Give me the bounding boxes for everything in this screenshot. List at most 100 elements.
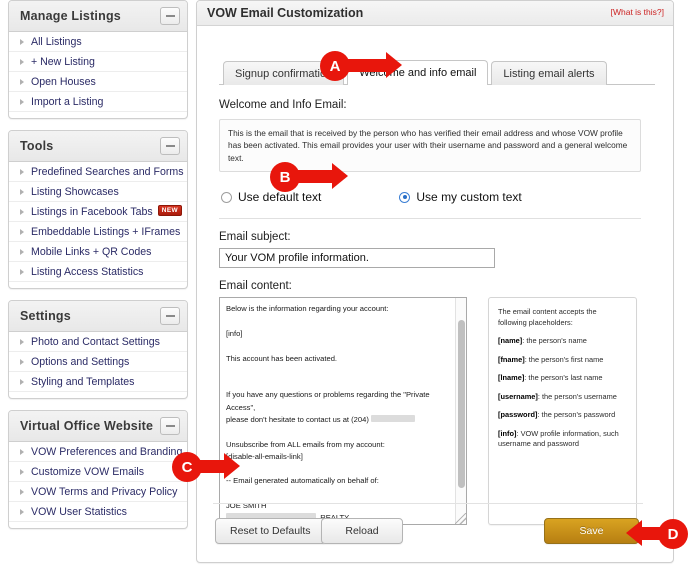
panel-footer-spacer — [9, 522, 187, 528]
placeholder-name: [name]: the person's name — [498, 336, 627, 347]
sidebar-item-label: Embeddable Listings + IFrames — [31, 225, 181, 238]
chevron-right-icon — [20, 338, 24, 345]
sidebar-item-photo-and-contact-settings[interactable]: Photo and Contact Settings — [9, 332, 187, 352]
sidebar-item-label: Listing Showcases — [31, 185, 119, 198]
placeholder-username: [username]: the person's username — [498, 392, 627, 403]
scrollbar-thumb[interactable] — [458, 320, 465, 489]
tab-signup-confirmation[interactable]: Signup confirmation — [223, 61, 345, 85]
placeholder-desc: : the person's first name — [524, 354, 604, 364]
footer-divider — [213, 503, 643, 504]
sidebar-panel-settings: Settings Photo and Contact Settings Opti… — [8, 300, 188, 399]
placeholder-token: [name] — [498, 336, 523, 346]
email-subject-input[interactable] — [219, 248, 495, 269]
sidebar-item-options-and-settings[interactable]: Options and Settings — [9, 352, 187, 372]
sidebar-item-label: VOW User Statistics — [31, 505, 127, 518]
chevron-right-icon — [20, 468, 24, 475]
chevron-right-icon — [20, 98, 24, 105]
tab-bar: Signup confirmation Welcome and info ema… — [219, 60, 655, 85]
app-root: Manage Listings All Listings + New Listi… — [0, 0, 688, 572]
sidebar-item-label: Styling and Templates — [31, 375, 135, 388]
chevron-right-icon — [20, 78, 24, 85]
panel-footer-spacer — [9, 112, 187, 118]
radio-circle-icon — [399, 191, 411, 203]
sidebar-panel-manage-listings: Manage Listings All Listings + New Listi… — [8, 0, 188, 119]
collapse-icon[interactable] — [160, 307, 180, 325]
sidebar-item-listings-in-facebook-tabs[interactable]: Listings in Facebook Tabs NEW — [9, 202, 187, 222]
tab-welcome-and-info-email[interactable]: Welcome and info email — [347, 60, 489, 85]
chevron-right-icon — [20, 228, 24, 235]
sidebar-item-vow-user-statistics[interactable]: VOW User Statistics — [9, 502, 187, 522]
sidebar-item-label: Listing Access Statistics — [31, 265, 144, 278]
placeholder-fname: [fname]: the person's first name — [498, 355, 627, 366]
panel-body: VOW Preferences and Branding Customize V… — [9, 442, 187, 528]
tab-listing-email-alerts[interactable]: Listing email alerts — [491, 61, 607, 85]
divider — [219, 218, 641, 220]
sidebar-item-listing-showcases[interactable]: Listing Showcases — [9, 182, 187, 202]
collapse-icon[interactable] — [160, 7, 180, 25]
reload-button[interactable]: Reload — [321, 518, 403, 544]
sidebar-item-label: Open Houses — [31, 75, 96, 88]
radio-use-default-text[interactable]: Use default text — [221, 190, 321, 204]
panel-header: Virtual Office Website — [9, 411, 187, 442]
what-is-this-link[interactable]: [What is this?] — [611, 7, 664, 17]
sidebar-item-mobile-links-qr-codes[interactable]: Mobile Links + QR Codes — [9, 242, 187, 262]
page-title: VOW Email Customization — [207, 6, 364, 20]
sidebar-item-new-listing[interactable]: + New Listing — [9, 52, 187, 72]
vow-email-customization-card: VOW Email Customization [What is this?] … — [196, 0, 674, 563]
collapse-icon[interactable] — [160, 137, 180, 155]
placeholder-desc: : the person's name — [522, 336, 587, 346]
textarea-scrollbar[interactable] — [455, 298, 466, 525]
chevron-right-icon — [20, 358, 24, 365]
sidebar-item-predefined-searches-and-forms[interactable]: Predefined Searches and Forms — [9, 162, 187, 182]
sidebar-item-styling-and-templates[interactable]: Styling and Templates — [9, 372, 187, 392]
sidebar-item-all-listings[interactable]: All Listings — [9, 32, 187, 52]
collapse-icon[interactable] — [160, 417, 180, 435]
radio-label: Use my custom text — [416, 190, 522, 205]
radio-circle-icon — [221, 191, 232, 203]
sidebar-item-label: Predefined Searches and Forms — [31, 165, 184, 178]
reset-to-defaults-button[interactable]: Reset to Defaults — [215, 518, 326, 544]
placeholder-token: [info] — [498, 428, 517, 438]
chevron-right-icon — [20, 268, 24, 275]
sidebar-item-vow-preferences-and-branding[interactable]: VOW Preferences and Branding — [9, 442, 187, 462]
chevron-right-icon — [20, 188, 24, 195]
panel-title: Settings — [20, 309, 71, 323]
sidebar-item-customize-vow-emails[interactable]: Customize VOW Emails — [9, 462, 187, 482]
info-description-box: This is the email that is received by th… — [219, 119, 641, 173]
sidebar-item-embeddable-listings-iframes[interactable]: Embeddable Listings + IFrames — [9, 222, 187, 242]
email-content-textarea[interactable]: Below is the information regarding your … — [219, 297, 467, 526]
card-body: Signup confirmation Welcome and info ema… — [197, 26, 673, 562]
text-source-radio-group: Use default text Use my custom text — [221, 190, 655, 204]
panel-header: Tools — [9, 131, 187, 162]
sidebar-item-open-houses[interactable]: Open Houses — [9, 72, 187, 92]
save-button[interactable]: Save — [544, 518, 639, 544]
placeholder-token: [fname] — [498, 354, 525, 364]
sidebar-item-label: VOW Terms and Privacy Policy — [31, 485, 178, 498]
chevron-right-icon — [20, 168, 24, 175]
sidebar-item-label: VOW Preferences and Branding — [31, 445, 183, 458]
sidebar-item-listing-access-statistics[interactable]: Listing Access Statistics — [9, 262, 187, 282]
panel-footer-spacer — [9, 392, 187, 398]
placeholder-token: [lname] — [498, 373, 525, 383]
panel-footer-spacer — [9, 282, 187, 288]
sidebar-item-import-a-listing[interactable]: Import a Listing — [9, 92, 187, 112]
placeholders-intro: The email content accepts the following … — [498, 307, 597, 327]
radio-use-my-custom-text[interactable]: Use my custom text — [399, 190, 522, 205]
sidebar-item-vow-terms-and-privacy-policy[interactable]: VOW Terms and Privacy Policy — [9, 482, 187, 502]
panel-header: Settings — [9, 301, 187, 332]
placeholder-desc: : VOW profile information, such username… — [498, 428, 619, 449]
redacted-text — [370, 414, 415, 422]
chevron-right-icon — [20, 208, 24, 215]
card-header: VOW Email Customization [What is this?] — [197, 1, 673, 26]
sidebar: Manage Listings All Listings + New Listi… — [0, 0, 196, 572]
email-content-textarea-wrap: Below is the information regarding your … — [219, 297, 467, 526]
sidebar-item-label: Mobile Links + QR Codes — [31, 245, 152, 258]
email-subject-label: Email subject: — [219, 231, 291, 244]
panel-body: All Listings + New Listing Open Houses I… — [9, 32, 187, 118]
action-button-row: Reset to Defaults Reload Save — [215, 518, 655, 544]
sidebar-panel-virtual-office-website: Virtual Office Website VOW Preferences a… — [8, 410, 188, 529]
sidebar-item-label: All Listings — [31, 35, 82, 48]
main-content: VOW Email Customization [What is this?] … — [196, 0, 688, 572]
new-badge: NEW — [157, 205, 183, 216]
radio-label: Use default text — [238, 190, 322, 205]
